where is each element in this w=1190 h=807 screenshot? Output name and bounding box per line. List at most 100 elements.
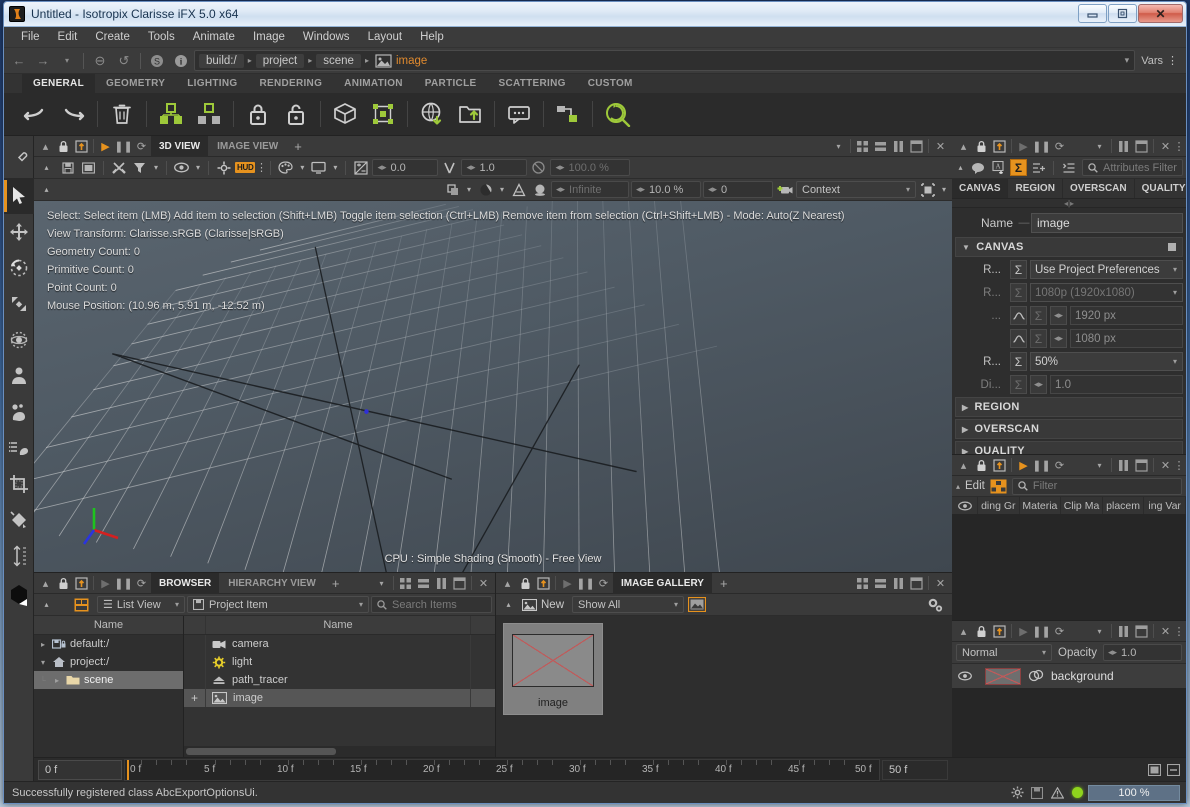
split-grid-icon[interactable]	[397, 575, 414, 592]
slider-arrows-icon[interactable]: ◂▸	[1050, 306, 1067, 325]
split-vertical-icon[interactable]	[890, 138, 907, 155]
lock-icon[interactable]	[973, 623, 990, 640]
menu-animate[interactable]: Animate	[184, 29, 244, 45]
menu-windows[interactable]: Windows	[294, 29, 359, 45]
export-panel-icon[interactable]	[991, 457, 1008, 474]
column-clip-map[interactable]: Clip Ma	[1061, 497, 1103, 514]
timeline-start-field[interactable]: 0 f	[38, 760, 122, 780]
tools-icon[interactable]	[109, 159, 128, 177]
add-tab-icon[interactable]: +	[325, 576, 347, 591]
add-row-icon[interactable]	[1029, 159, 1048, 177]
section-quality[interactable]: ▶ QUALITY	[955, 441, 1183, 454]
close-panel-icon[interactable]: ✕	[475, 575, 492, 592]
tab-quality[interactable]: QUALITY	[1135, 179, 1187, 198]
tab-canvas[interactable]: CANVAS	[952, 179, 1008, 198]
add-tab-icon[interactable]: +	[713, 576, 735, 591]
breadcrumb-scene[interactable]: scene	[316, 54, 361, 68]
menu-create[interactable]: Create	[86, 29, 139, 45]
collapse-icon[interactable]: ▴	[499, 596, 518, 614]
filter-icon[interactable]	[130, 159, 149, 177]
delete-icon[interactable]	[103, 95, 141, 133]
menu-tools[interactable]: Tools	[139, 29, 184, 45]
add-layer-icon[interactable]	[1146, 764, 1162, 776]
maximize-panel-icon[interactable]	[908, 575, 925, 592]
gamma-icon[interactable]	[440, 159, 459, 177]
pause-icon[interactable]: ❚❚	[115, 575, 132, 592]
shading-layers-filter-input[interactable]: Filter	[1012, 478, 1182, 495]
sigma-icon[interactable]: Σ	[1010, 260, 1027, 279]
gear-stack-icon[interactable]	[927, 598, 949, 612]
minimize-button[interactable]	[1078, 4, 1107, 23]
collapse-icon[interactable]: ▴	[955, 457, 972, 474]
timeline-playhead[interactable]	[127, 760, 129, 780]
display-icon[interactable]	[309, 159, 328, 177]
tree-item-scene[interactable]: └ ▸ scene	[34, 671, 183, 689]
import-scene-icon[interactable]	[413, 95, 451, 133]
chevron-down-icon[interactable]: ▾	[193, 159, 203, 177]
twisty-icon[interactable]: ▾	[38, 658, 48, 667]
shelf-tab-rendering[interactable]: RENDERING	[248, 74, 333, 93]
context-dropdown[interactable]: Context ▾	[796, 181, 916, 198]
gear-icon[interactable]	[1007, 786, 1027, 799]
eye-icon[interactable]	[952, 671, 978, 681]
color-palette-icon[interactable]	[276, 159, 295, 177]
maximize-panel-icon[interactable]	[908, 138, 925, 155]
collapse-icon[interactable]: ▴	[37, 575, 54, 592]
play-icon[interactable]: ▶	[97, 138, 114, 155]
refresh-icon[interactable]: ⟳	[595, 575, 612, 592]
percent-field[interactable]: ◂▸ 10.0 %	[631, 181, 701, 198]
rotate-tool[interactable]	[4, 250, 34, 286]
delete-layer-icon[interactable]	[1165, 764, 1181, 776]
timeline-end-field[interactable]: 50 f	[882, 760, 948, 780]
render-region-icon[interactable]	[918, 181, 937, 199]
split-vertical-icon[interactable]	[433, 575, 450, 592]
menu-image[interactable]: Image	[244, 29, 294, 45]
brush-list-tool[interactable]	[4, 430, 34, 466]
sigma-icon[interactable]: Σ	[1010, 283, 1027, 302]
export-panel-icon[interactable]	[991, 138, 1008, 155]
play-icon[interactable]: ▶	[1015, 623, 1032, 640]
refresh-icon[interactable]: ⟳	[133, 575, 150, 592]
add-tab-icon[interactable]: +	[287, 139, 309, 154]
stamp-tool[interactable]	[4, 358, 34, 394]
warning-icon[interactable]	[1047, 787, 1067, 799]
add-attribute-icon[interactable]: A	[989, 159, 1008, 177]
lock-icon[interactable]	[55, 138, 72, 155]
attributes-filter-input[interactable]: Attributes Filter	[1082, 159, 1183, 176]
slider-arrows-icon[interactable]: ◂▸	[1050, 329, 1067, 348]
list-item[interactable]: + image	[184, 689, 495, 707]
attr-field[interactable]: 1920 px	[1070, 306, 1183, 325]
collapse-icon[interactable]: ▴	[499, 575, 516, 592]
ungroup-icon[interactable]	[190, 95, 228, 133]
exposure-field[interactable]: ◂▸ 0.0	[372, 159, 438, 176]
select-tool[interactable]	[4, 178, 34, 214]
shelf-tab-particle[interactable]: PARTICLE	[414, 74, 488, 93]
eye-icon[interactable]	[952, 497, 978, 514]
measure-tool[interactable]	[4, 538, 34, 574]
save-icon[interactable]	[58, 159, 77, 177]
gallery-thumbnail[interactable]: image	[503, 623, 603, 715]
edit-label[interactable]: Edit	[965, 480, 985, 492]
filmstrip-icon[interactable]	[79, 159, 98, 177]
play-icon[interactable]: ▶	[97, 575, 114, 592]
tree-item-project[interactable]: ▾ project:/	[34, 653, 183, 671]
item-marker[interactable]: +	[184, 689, 206, 707]
export-panel-icon[interactable]	[73, 575, 90, 592]
chevron-down-icon[interactable]: ▾	[151, 159, 161, 177]
pause-icon[interactable]: ❚❚	[1033, 623, 1050, 640]
lock-icon[interactable]	[973, 138, 990, 155]
gallery-thumbs-toggle[interactable]	[686, 596, 708, 614]
export-panel-icon[interactable]	[991, 623, 1008, 640]
group-selected-icon[interactable]	[152, 95, 190, 133]
section-canvas[interactable]: ▼ CANVAS	[955, 237, 1183, 257]
list-item[interactable]: path_tracer	[184, 671, 495, 689]
goto-icon[interactable]: ⊖	[89, 51, 111, 71]
tab-3d-view[interactable]: 3D VIEW	[151, 136, 208, 157]
panel-menu-caret-icon[interactable]: ▾	[1091, 623, 1108, 640]
lock-icon[interactable]	[517, 575, 534, 592]
menu-layout[interactable]: Layout	[359, 29, 412, 45]
opacity-field[interactable]: ◂▸ 100.0 %	[550, 159, 630, 176]
chevron-down-icon[interactable]: ▾	[497, 181, 507, 199]
move-tool[interactable]	[4, 214, 34, 250]
close-panel-icon[interactable]: ✕	[932, 575, 949, 592]
